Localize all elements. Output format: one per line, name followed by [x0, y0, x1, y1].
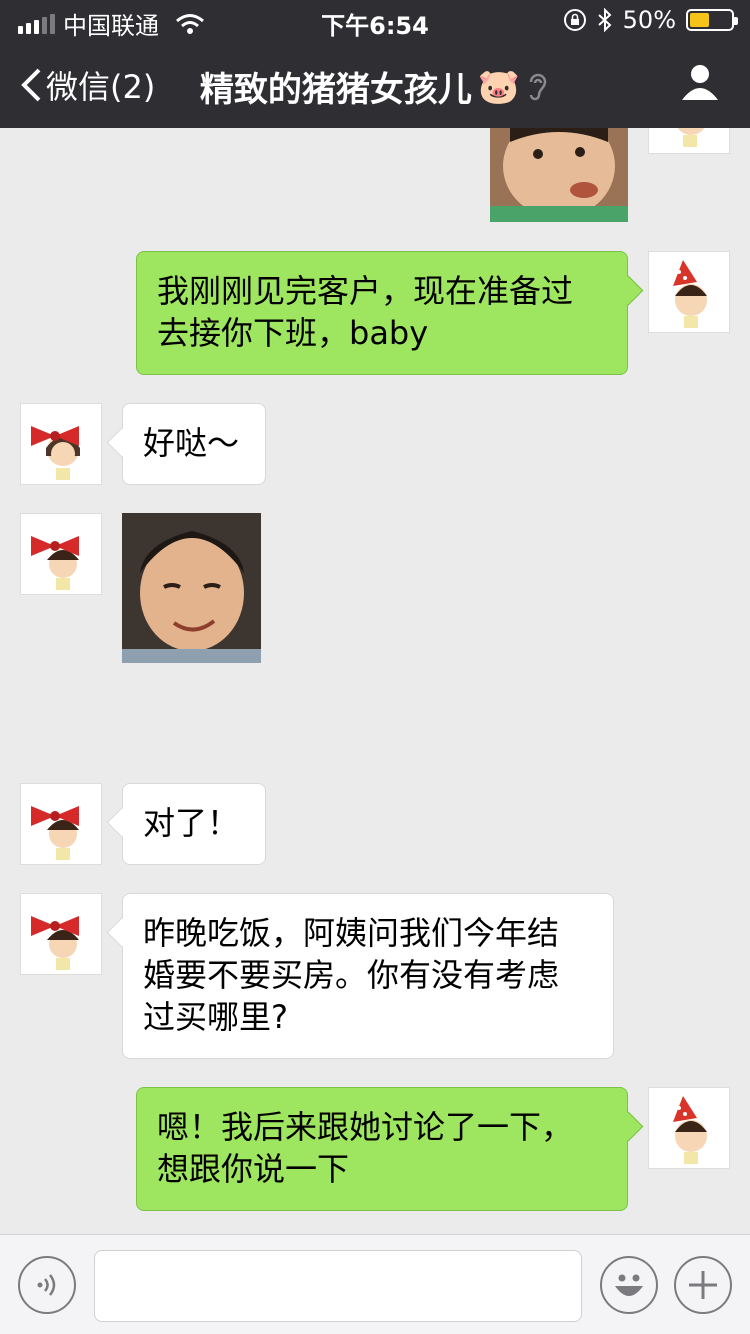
contact-avatar[interactable]: [20, 783, 102, 865]
person-icon: [682, 65, 718, 100]
message-input[interactable]: [94, 1250, 582, 1322]
girl-bow-avatar-icon: [31, 536, 79, 590]
message-line: 过买哪里?: [143, 998, 288, 1036]
message-line: 好哒～: [143, 424, 240, 462]
contact-avatar[interactable]: [20, 893, 102, 975]
battery-icon: [686, 9, 738, 31]
input-bar: [0, 1234, 750, 1334]
contact-avatar[interactable]: [20, 513, 102, 595]
sent-message-bubble[interactable]: 我刚刚见完客户，现在准备过 去接你下班，baby: [136, 251, 628, 375]
battery-fill: [690, 13, 710, 27]
chat-title: 精致的猪猪女孩儿 🐷: [0, 62, 750, 111]
chat-title-text: 精致的猪猪女孩儿: [199, 70, 472, 110]
message-line: 昨晚吃饭，阿姨问我们今年结: [143, 914, 560, 952]
more-button[interactable]: [674, 1256, 732, 1314]
rotation-lock-icon: [563, 9, 586, 31]
emoji-button[interactable]: [600, 1256, 658, 1314]
message-line: 想跟你说一下: [157, 1150, 350, 1188]
voice-button[interactable]: [18, 1256, 76, 1314]
nav-bar: 微信(2) 精致的猪猪女孩儿 🐷: [0, 40, 750, 128]
received-message-bubble[interactable]: 昨晚吃饭，阿姨问我们今年结 婚要不要买房。你有没有考虑 过买哪里?: [122, 893, 614, 1059]
baby-photo: [490, 128, 628, 222]
pig-emoji-icon: 🐷: [477, 66, 521, 107]
sent-photo[interactable]: [490, 128, 628, 222]
message-line: 婚要不要买房。你有没有考虑: [143, 956, 560, 994]
contact-avatar[interactable]: [20, 403, 102, 485]
emoji-icon: [615, 1274, 643, 1296]
battery-percent: 50%: [622, 6, 676, 34]
received-photo[interactable]: [122, 513, 261, 663]
profile-button[interactable]: [680, 62, 720, 106]
smiling-boy-photo: [122, 513, 261, 663]
boy-party-hat-avatar-icon: [677, 128, 705, 147]
boy-party-hat-avatar-icon: [673, 260, 707, 328]
plus-icon: [689, 1271, 717, 1299]
girl-bow-avatar-icon: [31, 426, 80, 480]
girl-bow-avatar-icon: [31, 806, 79, 860]
message-line: 去接你下班，baby: [157, 314, 429, 352]
received-message-bubble[interactable]: 对了！: [122, 783, 266, 865]
message-list[interactable]: 我刚刚见完客户，现在准备过 去接你下班，baby 好哒～ 对了！ 昨晚吃饭，阿姨…: [0, 128, 750, 1234]
message-line: 对了！: [143, 804, 240, 842]
bluetooth-icon: [597, 8, 612, 32]
earpiece-icon: [529, 73, 547, 100]
sent-message-bubble[interactable]: 嗯！我后来跟她讨论了一下， 想跟你说一下: [136, 1087, 628, 1211]
my-avatar[interactable]: [648, 1087, 730, 1169]
my-avatar[interactable]: [648, 128, 730, 154]
status-bar: 中国联通 下午6:54 50%: [0, 0, 750, 40]
my-avatar[interactable]: [648, 251, 730, 333]
voice-icon: [37, 1274, 56, 1296]
boy-party-hat-avatar-icon: [673, 1096, 707, 1164]
received-message-bubble[interactable]: 好哒～: [122, 403, 266, 485]
app-header: 中国联通 下午6:54 50% 微信(2) 精致的猪猪女孩儿 🐷: [0, 0, 750, 128]
message-line: 我刚刚见完客户，现在准备过: [157, 272, 574, 310]
message-line: 嗯！我后来跟她讨论了一下，: [157, 1108, 574, 1146]
girl-bow-avatar-icon: [31, 916, 79, 970]
